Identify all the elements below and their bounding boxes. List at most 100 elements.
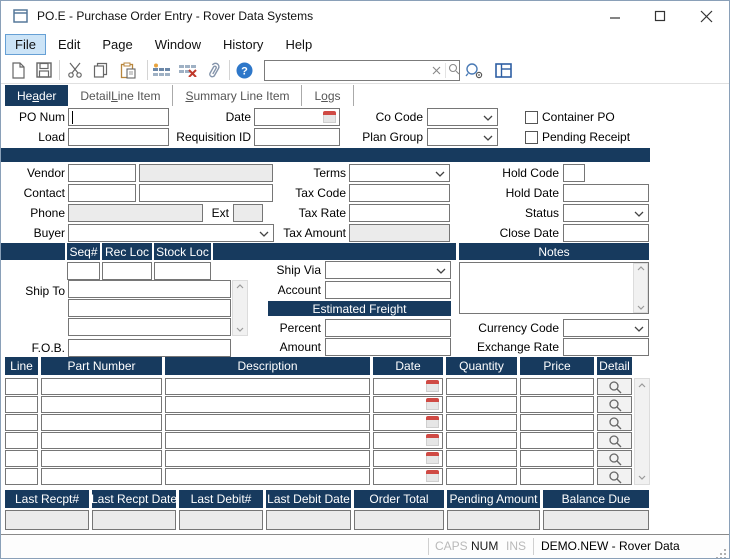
- menu-file[interactable]: File: [5, 34, 46, 55]
- search-icon[interactable]: [445, 63, 465, 78]
- hold-code-input[interactable]: [563, 164, 585, 182]
- amount-input[interactable]: [325, 338, 451, 356]
- line-number-cell[interactable]: [5, 468, 38, 485]
- notes-textarea[interactable]: [459, 262, 649, 314]
- attachment-button[interactable]: [204, 61, 222, 79]
- price-input[interactable]: [520, 378, 594, 395]
- quantity-input[interactable]: [446, 396, 517, 413]
- ship-to-scrollbar[interactable]: [232, 280, 248, 336]
- new-document-button[interactable]: [9, 61, 27, 79]
- line-number-cell[interactable]: [5, 396, 38, 413]
- detail-button[interactable]: [597, 468, 632, 485]
- price-input[interactable]: [520, 468, 594, 485]
- requisition-id-input[interactable]: [254, 128, 340, 146]
- calendar-icon[interactable]: [426, 380, 439, 392]
- close-date-input[interactable]: [563, 224, 649, 242]
- detail-button[interactable]: [597, 378, 632, 395]
- calendar-icon[interactable]: [426, 470, 439, 482]
- tab-detail-line-item[interactable]: Detail Line Item: [68, 85, 173, 106]
- detail-button[interactable]: [597, 414, 632, 431]
- menu-window[interactable]: Window: [145, 34, 211, 55]
- part-number-input[interactable]: [41, 396, 162, 413]
- line-number-cell[interactable]: [5, 450, 38, 467]
- description-input[interactable]: [165, 432, 370, 449]
- rec-loc-input[interactable]: [102, 262, 152, 280]
- calendar-icon[interactable]: [426, 452, 439, 464]
- delete-rows-button[interactable]: [179, 61, 197, 79]
- description-input[interactable]: [165, 450, 370, 467]
- line-number-cell[interactable]: [5, 414, 38, 431]
- part-number-input[interactable]: [41, 432, 162, 449]
- detail-button[interactable]: [597, 432, 632, 449]
- exchange-rate-input[interactable]: [563, 338, 649, 356]
- line-table-scrollbar[interactable]: [634, 378, 650, 485]
- quantity-input[interactable]: [446, 468, 517, 485]
- menu-help[interactable]: Help: [275, 34, 322, 55]
- price-input[interactable]: [520, 450, 594, 467]
- quantity-input[interactable]: [446, 414, 517, 431]
- contact-code-input[interactable]: [68, 184, 136, 202]
- buyer-dropdown[interactable]: [68, 224, 274, 242]
- minimize-button[interactable]: [594, 1, 636, 31]
- resize-grip-icon[interactable]: [715, 545, 727, 559]
- price-input[interactable]: [520, 414, 594, 431]
- menu-page[interactable]: Page: [92, 34, 142, 55]
- vendor-code-input[interactable]: [68, 164, 136, 182]
- part-number-input[interactable]: [41, 450, 162, 467]
- description-input[interactable]: [165, 414, 370, 431]
- menu-history[interactable]: History: [213, 34, 273, 55]
- seq-input[interactable]: [67, 262, 100, 280]
- ship-via-dropdown[interactable]: [325, 261, 451, 279]
- percent-input[interactable]: [325, 319, 451, 337]
- quantity-input[interactable]: [446, 378, 517, 395]
- title-bar[interactable]: PO.E - Purchase Order Entry - Rover Data…: [1, 1, 729, 31]
- status-dropdown[interactable]: [563, 204, 649, 222]
- tab-logs[interactable]: Logs: [302, 85, 353, 106]
- part-number-input[interactable]: [41, 414, 162, 431]
- tax-rate-input[interactable]: [349, 204, 450, 222]
- ship-to-line2-input[interactable]: [68, 299, 231, 317]
- maximize-button[interactable]: [639, 1, 681, 31]
- ship-to-line3-input[interactable]: [68, 318, 231, 336]
- save-button[interactable]: [35, 61, 53, 79]
- clear-icon[interactable]: [428, 64, 445, 78]
- line-number-cell[interactable]: [5, 432, 38, 449]
- container-po-checkbox[interactable]: [525, 111, 538, 124]
- part-number-input[interactable]: [41, 468, 162, 485]
- tab-summary-line-item[interactable]: Summary Line Item: [173, 85, 302, 106]
- description-input[interactable]: [165, 378, 370, 395]
- close-button[interactable]: [685, 1, 727, 31]
- hold-date-input[interactable]: [563, 184, 649, 202]
- ship-to-line1-input[interactable]: [68, 280, 231, 298]
- layout-button[interactable]: [494, 61, 512, 79]
- part-number-input[interactable]: [41, 378, 162, 395]
- paste-button[interactable]: [119, 61, 137, 79]
- calendar-icon[interactable]: [426, 434, 439, 446]
- tax-code-input[interactable]: [349, 184, 450, 202]
- lookup-button[interactable]: [465, 61, 483, 79]
- cut-button[interactable]: [66, 61, 84, 79]
- copy-button[interactable]: [92, 61, 110, 79]
- tab-header[interactable]: Header: [5, 85, 68, 106]
- description-input[interactable]: [165, 468, 370, 485]
- description-input[interactable]: [165, 396, 370, 413]
- calendar-icon[interactable]: [323, 111, 336, 123]
- price-input[interactable]: [520, 432, 594, 449]
- help-button[interactable]: ?: [235, 61, 253, 79]
- insert-rows-button[interactable]: [153, 61, 171, 79]
- notes-scrollbar[interactable]: [633, 263, 648, 313]
- detail-button[interactable]: [597, 396, 632, 413]
- calendar-icon[interactable]: [426, 416, 439, 428]
- fob-input[interactable]: [68, 339, 231, 357]
- plan-group-dropdown[interactable]: [427, 128, 498, 146]
- quantity-input[interactable]: [446, 450, 517, 467]
- calendar-icon[interactable]: [426, 398, 439, 410]
- currency-code-dropdown[interactable]: [563, 319, 649, 337]
- po-num-input[interactable]: [68, 108, 169, 126]
- line-number-cell[interactable]: [5, 378, 38, 395]
- detail-button[interactable]: [597, 450, 632, 467]
- terms-dropdown[interactable]: [349, 164, 450, 182]
- load-input[interactable]: [68, 128, 169, 146]
- search-input[interactable]: [265, 62, 428, 79]
- price-input[interactable]: [520, 396, 594, 413]
